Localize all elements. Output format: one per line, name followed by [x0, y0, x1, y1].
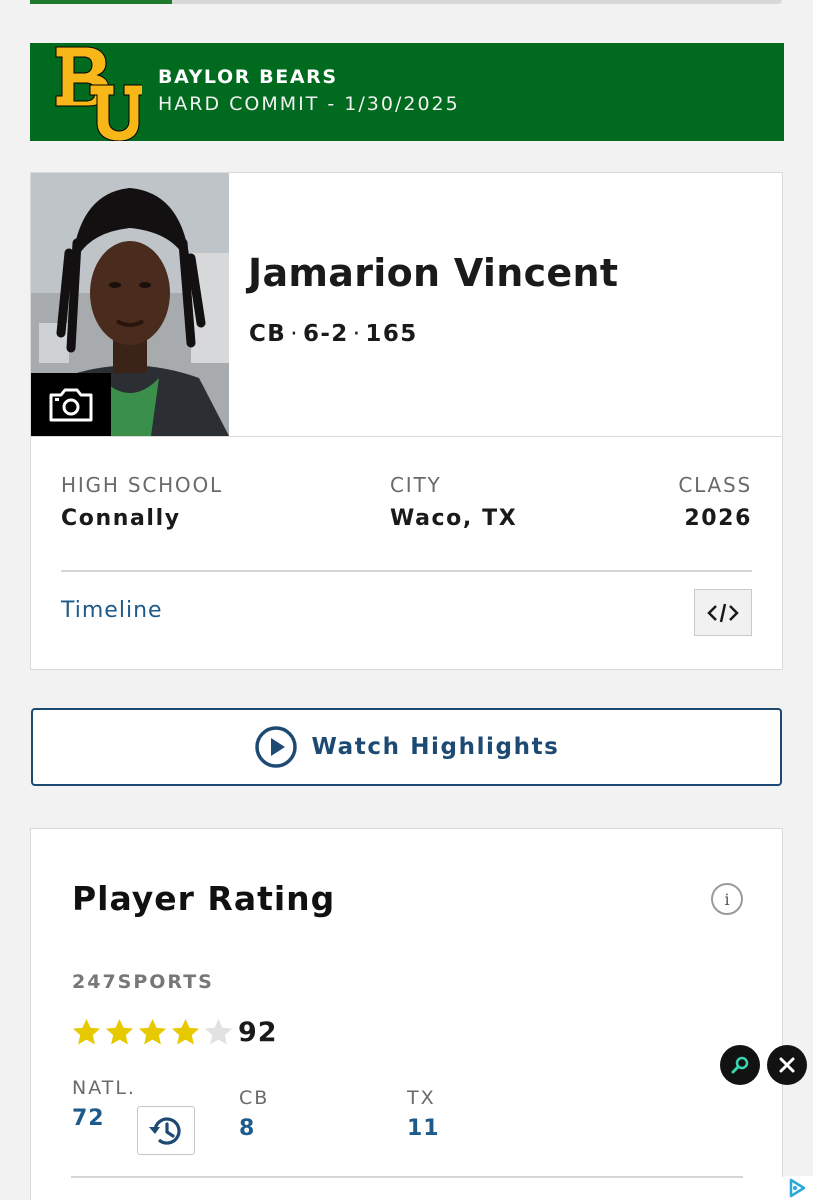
- divider: [31, 436, 782, 437]
- class-label: CLASS: [678, 473, 752, 497]
- divider: [61, 570, 752, 572]
- watch-highlights-label: Watch Highlights: [311, 734, 560, 760]
- commit-banner[interactable]: BAYLOR BEARS HARD COMMIT - 1/30/2025: [30, 43, 784, 141]
- high-school-value: Connally: [61, 506, 181, 531]
- adchoices-icon: [789, 1178, 805, 1198]
- city-info: CITY Waco, TX: [390, 471, 517, 539]
- position-rank-label: CB: [239, 1087, 270, 1109]
- player-weight: 165: [365, 321, 418, 347]
- camera-button[interactable]: [31, 373, 111, 436]
- code-embed-icon: [707, 603, 739, 622]
- timeline-link[interactable]: Timeline: [61, 598, 163, 623]
- ad-close-button[interactable]: [767, 1045, 807, 1085]
- star-filled-icon: [72, 1018, 101, 1045]
- high-school-label: HIGH SCHOOL: [61, 473, 223, 497]
- play-circle-icon: [254, 726, 297, 768]
- star-filled-icon: [171, 1018, 200, 1045]
- progress-bar-fill: [30, 0, 172, 4]
- national-rank-label: NATL.: [72, 1077, 136, 1099]
- high-school-info: HIGH SCHOOL Connally: [61, 471, 223, 539]
- separator-dot: ·: [352, 321, 362, 347]
- adchoices-badge[interactable]: [780, 1176, 813, 1200]
- info-glyph: i: [724, 889, 730, 909]
- star-empty-icon: [204, 1018, 233, 1045]
- position-rank-value[interactable]: 8: [239, 1111, 269, 1147]
- star-filled-icon: [138, 1018, 167, 1045]
- rank-history-button[interactable]: [137, 1106, 195, 1155]
- player-profile-card: Jamarion Vincent CB · 6-2 · 165 HIGH SCHOOL …: [30, 172, 783, 670]
- player-position: CB: [249, 321, 287, 347]
- position-rank: CB 8: [239, 1085, 269, 1147]
- camera-icon: [49, 388, 93, 421]
- baylor-bu-logo: [55, 46, 142, 141]
- progress-bar: [30, 0, 782, 4]
- divider: [71, 1176, 743, 1178]
- rating-title: Player Rating: [72, 879, 336, 918]
- history-icon: [149, 1117, 181, 1145]
- player-measurables: CB · 6-2 · 165: [249, 321, 418, 347]
- national-rank-value[interactable]: 72: [72, 1101, 136, 1137]
- state-rank: TX 11: [407, 1085, 440, 1147]
- watch-highlights-button[interactable]: Watch Highlights: [31, 708, 782, 786]
- commit-team: BAYLOR BEARS: [158, 66, 338, 88]
- national-rank: NATL. 72: [72, 1075, 136, 1137]
- class-info: CLASS 2026: [678, 471, 752, 539]
- player-height: 6-2: [302, 321, 349, 347]
- star-rating: [71, 1017, 234, 1048]
- city-label: CITY: [390, 473, 442, 497]
- state-rank-value[interactable]: 11: [407, 1111, 440, 1147]
- class-value: 2026: [684, 506, 752, 531]
- rating-source: 247SPORTS: [72, 971, 214, 993]
- state-rank-label: TX: [407, 1087, 436, 1109]
- ad-expand-button[interactable]: [720, 1045, 760, 1085]
- player-name: Jamarion Vincent: [248, 251, 619, 295]
- ad-search-icon: [731, 1056, 749, 1074]
- star-filled-icon: [105, 1018, 134, 1045]
- close-icon: [779, 1057, 795, 1073]
- embed-button[interactable]: [694, 589, 752, 636]
- info-icon[interactable]: i: [711, 883, 743, 915]
- city-value: Waco, TX: [390, 506, 518, 531]
- separator-dot: ·: [290, 321, 299, 347]
- player-rating-card: Player Rating i 247SPORTS 92 NATL. 72 CB…: [30, 828, 783, 1200]
- player-photo[interactable]: [31, 173, 229, 436]
- commit-status: HARD COMMIT - 1/30/2025: [158, 93, 460, 115]
- rating-score: 92: [238, 1017, 278, 1048]
